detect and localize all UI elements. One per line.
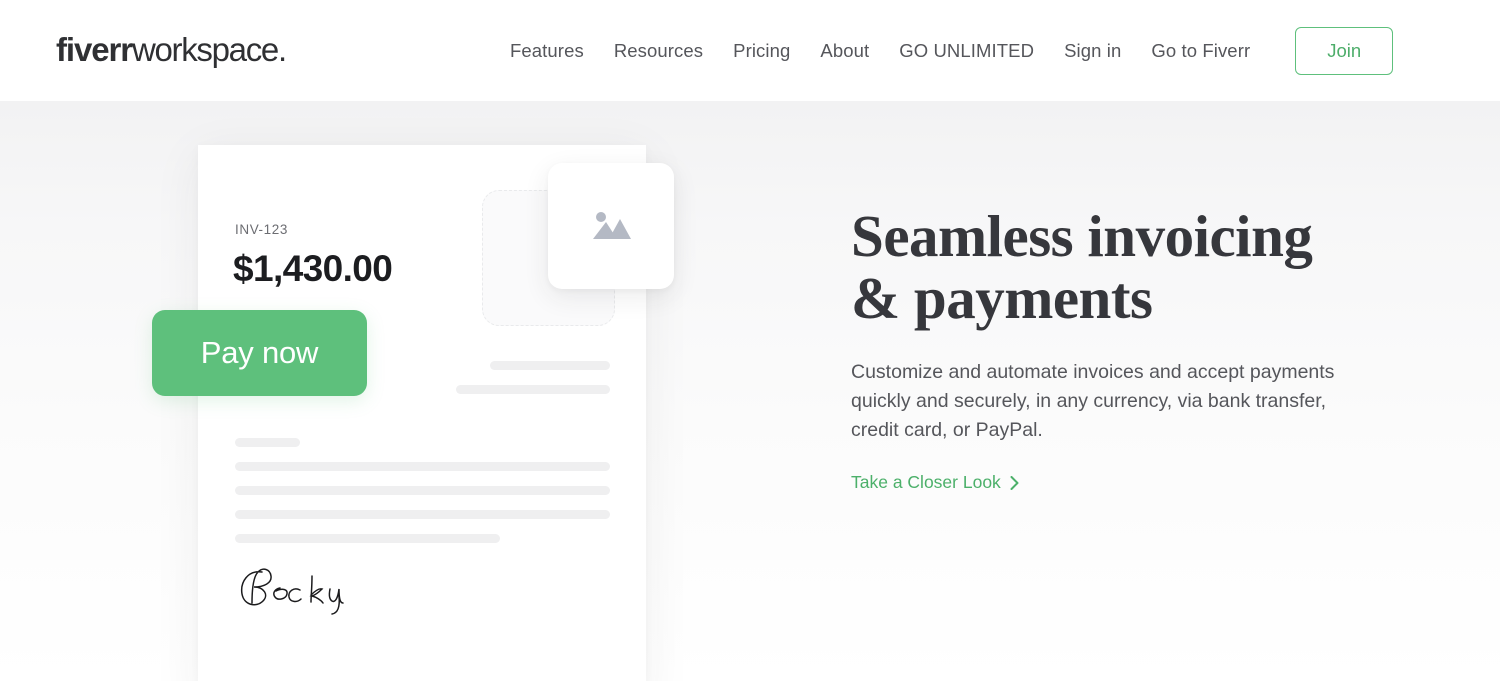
logo-workspace-text: workspace. bbox=[131, 31, 287, 68]
take-a-closer-look-link[interactable]: Take a Closer Look bbox=[851, 472, 1019, 493]
join-button[interactable]: Join bbox=[1295, 26, 1394, 75]
invoice-preview-card: INV-123 $1,430.00 Pay now bbox=[152, 145, 674, 681]
skeleton-bar bbox=[235, 510, 610, 519]
invoice-number-label: INV-123 bbox=[235, 222, 288, 237]
signature-becky bbox=[240, 568, 344, 615]
invoice-amount: $1,430.00 bbox=[233, 248, 393, 289]
main-navigation: Features Resources Pricing About GO UNLI… bbox=[495, 0, 1394, 101]
nav-item-go-to-fiverr[interactable]: Go to Fiverr bbox=[1136, 40, 1265, 62]
take-a-closer-look-label: Take a Closer Look bbox=[851, 472, 1001, 492]
image-placeholder-card[interactable] bbox=[548, 163, 674, 289]
skeleton-bar bbox=[235, 486, 610, 495]
nav-item-go-unlimited[interactable]: GO UNLIMITED bbox=[884, 40, 1049, 62]
skeleton-bar bbox=[490, 361, 610, 370]
hero-description: Customize and automate invoices and acce… bbox=[851, 361, 1335, 441]
site-header: fiverrworkspace. Features Resources Pric… bbox=[0, 0, 1500, 101]
image-placeholder-icon bbox=[593, 212, 631, 239]
nav-item-sign-in[interactable]: Sign in bbox=[1049, 40, 1136, 62]
fiverr-workspace-logo[interactable]: fiverrworkspace. bbox=[56, 28, 287, 72]
skeleton-bar bbox=[235, 462, 610, 471]
skeleton-bar bbox=[456, 385, 610, 394]
hero-title: Seamless invoicing & payments bbox=[851, 203, 1313, 331]
chevron-right-icon bbox=[1010, 475, 1019, 490]
hero-section: INV-123 $1,430.00 Pay now Seamless invoi… bbox=[0, 101, 1500, 681]
skeleton-bar bbox=[235, 438, 300, 447]
pay-now-button[interactable]: Pay now bbox=[152, 310, 367, 396]
skeleton-bar bbox=[235, 534, 500, 543]
nav-item-features[interactable]: Features bbox=[495, 40, 599, 62]
landing-page: fiverrworkspace. Features Resources Pric… bbox=[0, 0, 1500, 681]
logo-fiverr-text: fiverr bbox=[56, 31, 133, 68]
nav-item-resources[interactable]: Resources bbox=[599, 40, 718, 62]
nav-item-pricing[interactable]: Pricing bbox=[718, 40, 805, 62]
hero-copy: Seamless invoicing & payments Customize … bbox=[851, 205, 1371, 493]
nav-item-about[interactable]: About bbox=[805, 40, 884, 62]
